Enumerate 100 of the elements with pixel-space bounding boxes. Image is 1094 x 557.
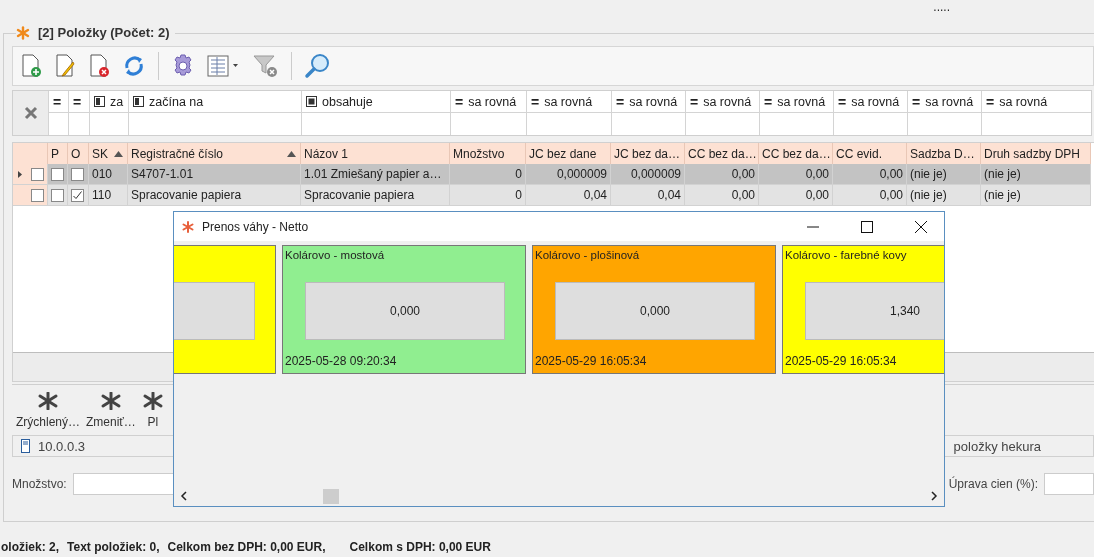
column-header[interactable]: SK (89, 143, 128, 165)
row-checkbox[interactable] (31, 188, 44, 202)
table-cell: 0,00 (685, 185, 759, 206)
equals-operator[interactable]: = (73, 94, 82, 109)
column-header[interactable]: Názov 1 (301, 143, 450, 165)
table-cell: 1.01 Zmiešaný papier a… (301, 164, 450, 185)
status-text: položky hekura (953, 438, 1041, 454)
summary-text: Celkom bez DPH: 0,00 EUR, (167, 540, 326, 554)
search-icon[interactable] (304, 53, 330, 79)
scale-card[interactable]: Kolárovo - plošinová 0,000 2025-05-29 16:05:34 (532, 245, 776, 374)
column-header[interactable]: Druh sadzby DPH (981, 143, 1091, 165)
price-adjust-field[interactable] (1044, 473, 1094, 495)
timestamp: 2025-05-29 16:05:34 (785, 354, 897, 368)
row-indicator-cell[interactable] (13, 185, 48, 206)
summary-text: Text položiek: 0, (67, 540, 160, 554)
equals-operator[interactable]: = (690, 94, 699, 109)
table-cell: 0 (450, 185, 526, 206)
action-button[interactable]: Zrýchlený… (14, 385, 82, 435)
server-icon (21, 439, 30, 453)
column-header[interactable]: Registračné číslo (128, 143, 301, 165)
current-row-icon (18, 170, 22, 178)
edit-document-icon[interactable] (54, 54, 76, 78)
contains-icon[interactable] (306, 96, 317, 107)
delete-document-icon[interactable] (88, 54, 110, 78)
table-cell: S4707-1.01 (128, 164, 301, 185)
scale-card[interactable]: Kolárovo - farebné kovy 1,340 2025-05-29 16:05:34 (782, 245, 944, 374)
close-icon[interactable] (915, 220, 927, 233)
table-cell: 110 (89, 185, 128, 206)
table-cell: Spracovanie papiera (301, 185, 450, 206)
filter-operator-label: obsahuje (322, 94, 373, 109)
maximize-icon[interactable] (861, 220, 873, 233)
timestamp: 2025-05-28 09:20:34 (285, 354, 397, 368)
filter-operator-label: sa rovná (777, 94, 826, 109)
checkbox[interactable] (51, 188, 64, 202)
table-cell: 0,000009 (611, 164, 685, 185)
asterisk-icon[interactable] (37, 391, 59, 410)
filter-operator-label: sa rovná (999, 94, 1048, 109)
timestamp: 2025-05-29 16:05:34 (535, 354, 647, 368)
row-checkbox[interactable] (31, 167, 44, 181)
asterisk-icon[interactable] (99, 391, 122, 410)
filter-operator-label: za (110, 94, 124, 109)
asterisk-icon[interactable] (141, 391, 164, 410)
row-header-corner (13, 143, 48, 165)
column-header[interactable]: Sadzba D… (907, 143, 981, 165)
filter-operator-label: sa rovná (468, 94, 517, 109)
column-header[interactable]: P (48, 143, 68, 165)
table-cell: 0,04 (526, 185, 611, 206)
quantity-label: Množstvo: (12, 477, 67, 491)
sort-arrow-icon (114, 151, 123, 157)
table-cell: 0,04 (611, 185, 685, 206)
table-cell: 0,00 (685, 164, 759, 185)
equals-operator[interactable]: = (838, 94, 847, 109)
overflow-dots: ..... (933, 0, 950, 16)
clear-filter-button[interactable] (13, 91, 48, 135)
table-cell: (nie je) (907, 164, 981, 185)
table-cell: 010 (89, 164, 128, 185)
checkbox[interactable] (71, 188, 84, 202)
scroll-thumb[interactable] (323, 489, 339, 504)
column-header[interactable]: CC bez da… (759, 143, 833, 165)
clear-filter-icon[interactable] (253, 54, 279, 78)
scroll-left-icon[interactable] (180, 491, 188, 501)
starts-with-icon[interactable] (94, 96, 105, 107)
equals-operator[interactable]: = (455, 94, 464, 109)
action-button[interactable]: Pl (139, 385, 166, 435)
table-cell: 0,00 (759, 185, 833, 206)
summary-text: Celkom s DPH: 0,00 EUR (349, 540, 491, 554)
equals-operator[interactable]: = (764, 94, 773, 109)
column-header[interactable]: CC evid. (833, 143, 907, 165)
column-header[interactable]: JC bez dane (526, 143, 611, 165)
quantity-field[interactable] (72, 473, 175, 495)
starts-with-icon[interactable] (133, 96, 144, 107)
column-header[interactable]: O (68, 143, 89, 165)
equals-operator[interactable]: = (912, 94, 921, 109)
table-cell: (nie je) (981, 164, 1091, 185)
table-cell: (nie je) (981, 185, 1091, 206)
column-header[interactable]: JC bez da… (611, 143, 685, 165)
equals-operator[interactable]: = (531, 94, 540, 109)
refresh-icon[interactable] (122, 54, 146, 78)
scale-card[interactable]: Kolárovo - mostová 0,000 2025-05-28 09:20:34 (282, 245, 526, 374)
equals-operator[interactable]: = (53, 94, 62, 109)
new-document-icon[interactable] (20, 54, 42, 78)
column-header[interactable]: CC bez da… (685, 143, 759, 165)
table-cell: Spracovanie papiera (128, 185, 301, 206)
scale-name: Kolárovo - mostová (285, 249, 385, 261)
checkbox[interactable] (51, 167, 64, 181)
sort-arrow-icon (287, 151, 296, 157)
equals-operator[interactable]: = (616, 94, 625, 109)
columns-dropdown-icon[interactable] (207, 54, 241, 78)
table-cell: 0,00 (833, 164, 907, 185)
table-cell: 0 (450, 164, 526, 185)
scale-name: Kolárovo - plošinová (535, 249, 640, 261)
checkbox[interactable] (71, 167, 84, 181)
table-cell: (nie je) (907, 185, 981, 206)
column-header[interactable]: Množstvo (450, 143, 526, 165)
filter-operator-label: sa rovná (703, 94, 752, 109)
equals-operator[interactable]: = (986, 94, 995, 109)
action-button[interactable]: Zmeniť… (84, 385, 138, 435)
scroll-right-icon[interactable] (930, 491, 938, 501)
row-indicator-cell[interactable] (13, 164, 48, 185)
scale-name: Kolárovo - farebné kovy (785, 249, 907, 261)
